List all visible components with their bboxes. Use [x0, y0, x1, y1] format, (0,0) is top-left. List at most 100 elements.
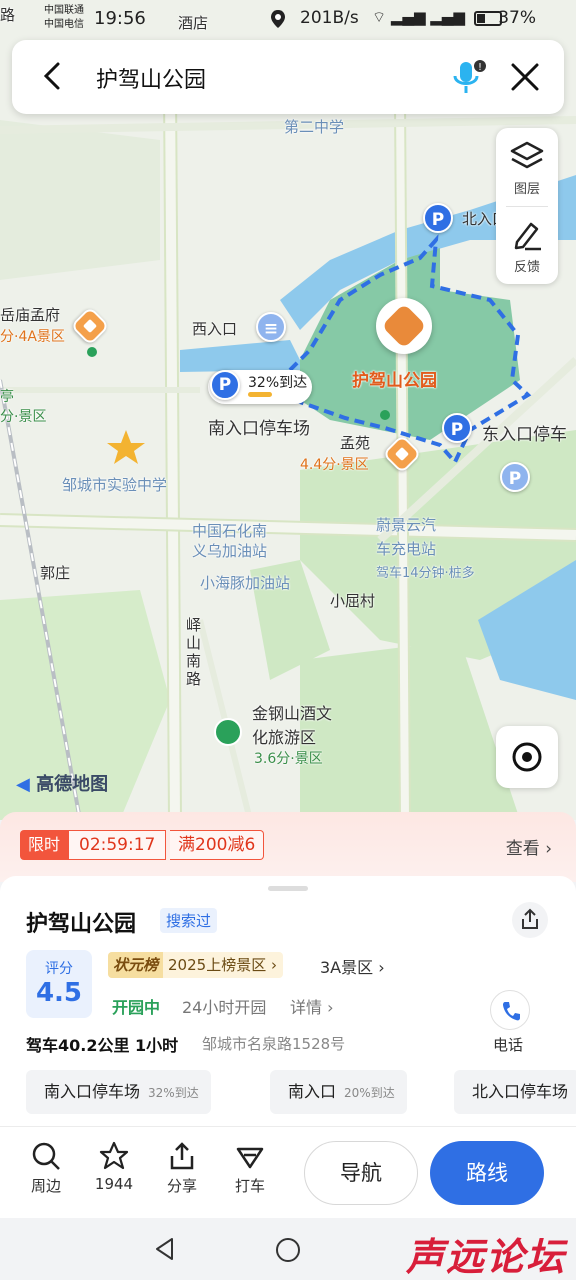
- map-label-guozhuang[interactable]: 郭庄: [40, 562, 70, 583]
- phone-button[interactable]: [490, 990, 530, 1030]
- map-label-ting-sub: 分·景区: [0, 409, 47, 425]
- locate-button[interactable]: [496, 726, 558, 788]
- detail-link[interactable]: 详情 ›: [290, 994, 334, 1018]
- rating-label: 评分: [45, 961, 73, 977]
- watermark-logo: 声远论坛: [405, 1235, 566, 1279]
- chip-pct: 32%到达: [148, 1086, 199, 1100]
- address: 邹城市名泉路1528号: [202, 1035, 346, 1053]
- nearby-label: 周边: [30, 1177, 61, 1195]
- promo-banner[interactable]: 限时 02:59:17 满200减6 查看 ›: [0, 812, 576, 882]
- share-icon: [170, 1142, 194, 1170]
- chip-north-parking[interactable]: 北入口停车场: [454, 1070, 576, 1114]
- location-icon: [270, 9, 286, 34]
- map-label-park[interactable]: 护驾山公园: [352, 366, 437, 391]
- map-label-jingang-sub: 3.6分·景区: [254, 751, 323, 767]
- nav-home-icon[interactable]: [274, 1236, 302, 1264]
- promo-view-link[interactable]: 查看 ›: [506, 834, 552, 859]
- map-label-ev1[interactable]: 蔚景云汽: [376, 514, 436, 535]
- share-action-button[interactable]: 分享: [154, 1141, 210, 1196]
- parking-icon: P: [210, 370, 240, 400]
- carrier-info: 中国联通 中国电信: [44, 4, 84, 32]
- parking-marker-east[interactable]: P: [442, 413, 472, 443]
- map-label-xiaoqu[interactable]: 小屈村: [330, 590, 375, 611]
- navigate-button[interactable]: 导航: [304, 1141, 418, 1205]
- carrier-2: 中国电信: [44, 19, 84, 30]
- park-marker[interactable]: [376, 298, 432, 354]
- rank-badge-title: 状元榜: [108, 952, 164, 978]
- clock: 19:56: [94, 8, 146, 29]
- rank-badge-text: 2025上榜景区: [168, 956, 267, 974]
- layers-button[interactable]: 图层: [496, 128, 558, 206]
- map-label-ev-sub: 驾车14分钟·桩多: [376, 566, 475, 581]
- amap-logo: ◀ 高德地图: [16, 770, 108, 796]
- map-tools: 图层 反馈: [496, 128, 558, 284]
- chip-south-parking[interactable]: 南入口停车场 32%到达: [26, 1070, 211, 1114]
- chip-south-gate[interactable]: 南入口 20%到达: [270, 1070, 407, 1114]
- search-icon: [32, 1142, 60, 1170]
- rank-badge[interactable]: 状元榜 2025上榜景区 ›: [108, 952, 283, 978]
- gate-marker-west[interactable]: ≡: [256, 312, 286, 342]
- locate-icon: [512, 742, 542, 772]
- chip-label: 南入口: [288, 1082, 337, 1101]
- map-label-exp-school[interactable]: 邹城市实验中学: [62, 474, 167, 495]
- share-icon: [522, 908, 538, 929]
- promo-view-label: 查看: [505, 839, 540, 859]
- map-label-sinopec2: 义乌加油站: [192, 542, 268, 560]
- south-parking-pct: 32%到达: [248, 375, 308, 391]
- rating-box[interactable]: 评分 4.5: [26, 950, 92, 1018]
- close-icon[interactable]: [508, 60, 542, 94]
- map-label-ting[interactable]: 亭: [0, 386, 14, 406]
- promo-countdown: 02:59:17: [68, 830, 167, 860]
- map-label-ev2: 车充电站: [376, 540, 437, 558]
- drag-handle[interactable]: [268, 886, 308, 891]
- parking-marker-light[interactable]: P: [500, 462, 530, 492]
- map-view[interactable]: 路 酒店 第二中学 P 北入口停车场 西入口 ≡ 护驾山公园 P 32%到达 南…: [0, 0, 576, 820]
- favorite-button[interactable]: 1944: [86, 1141, 142, 1193]
- scenic-level[interactable]: 3A景区 ›: [320, 954, 385, 978]
- battery-level: 37%: [498, 8, 536, 28]
- action-bar: 周边 1944 分享 打车 导航 路线: [0, 1126, 576, 1218]
- south-parking-marker[interactable]: P 32%到达: [208, 370, 312, 404]
- map-label-yuemiao-sub: 分·4A景区: [0, 329, 65, 345]
- feedback-button[interactable]: 反馈: [496, 206, 558, 284]
- taxi-label: 打车: [234, 1177, 265, 1195]
- map-label-sinopec1[interactable]: 中国石化南: [192, 520, 267, 541]
- searched-badge: 搜索过: [160, 908, 218, 933]
- edit-icon: [514, 222, 541, 251]
- scenic-level-text: 3A景区: [320, 958, 374, 977]
- promo-offer: 满200减6: [170, 830, 265, 860]
- back-icon[interactable]: [36, 58, 72, 94]
- promo-tag: 限时: [20, 830, 69, 860]
- map-label-east-parking[interactable]: 东入口停车: [482, 420, 567, 445]
- entrance-chips: 南入口停车场 32%到达 南入口 20%到达 北入口停车场: [0, 1070, 576, 1114]
- chip-pct: 20%到达: [344, 1086, 395, 1100]
- arrival-bar: [248, 392, 272, 397]
- open-status: 开园中: [112, 998, 161, 1017]
- map-label-south-parking[interactable]: 南入口停车场: [208, 414, 310, 439]
- share-button[interactable]: [512, 902, 548, 938]
- place-name: 护驾山公园: [26, 912, 137, 937]
- rating-value: 4.5: [35, 978, 83, 1008]
- signal-icon: ⌔ ▂▄▆ ▂▄▆: [372, 8, 465, 26]
- map-label-mengyuan[interactable]: 孟苑: [340, 432, 370, 453]
- favorite-count: 1944: [94, 1175, 134, 1193]
- chevron-right-icon: ›: [545, 839, 552, 859]
- map-label-west-gate[interactable]: 西入口: [192, 318, 237, 339]
- taxi-button[interactable]: 打车: [222, 1141, 278, 1196]
- parking-marker-north[interactable]: P: [423, 203, 453, 233]
- scenic-green-icon[interactable]: [214, 718, 242, 746]
- search-bar[interactable]: 护驾山公园 !: [12, 40, 564, 114]
- map-label-mengyuan-sub: 4.4分·景区: [300, 457, 369, 473]
- map-label-yuemiao[interactable]: 岳庙孟府: [0, 304, 60, 325]
- star-icon: [99, 1141, 129, 1170]
- map-label-jingang1[interactable]: 金钢山酒文: [252, 700, 332, 724]
- mic-icon[interactable]: !: [452, 58, 488, 98]
- map-label-dolphin[interactable]: 小海豚加油站: [200, 572, 290, 593]
- nav-back-icon[interactable]: [152, 1236, 178, 1262]
- search-query[interactable]: 护驾山公园: [96, 62, 206, 94]
- map-label-road-name: 峄山南路: [186, 616, 202, 688]
- nearby-button[interactable]: 周边: [18, 1141, 74, 1196]
- phone-icon: [503, 1002, 520, 1021]
- route-button[interactable]: 路线: [430, 1141, 544, 1205]
- map-label-school2[interactable]: 第二中学: [284, 116, 344, 137]
